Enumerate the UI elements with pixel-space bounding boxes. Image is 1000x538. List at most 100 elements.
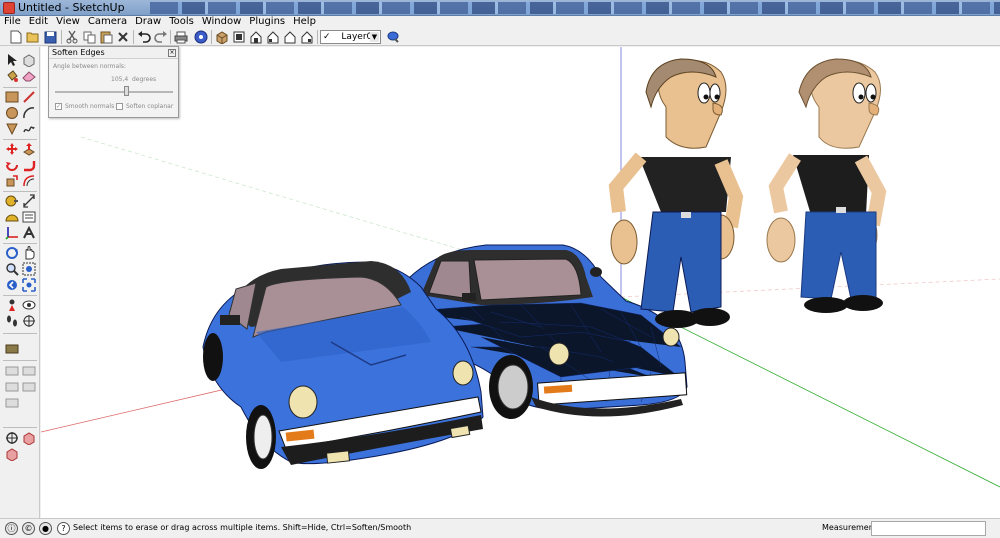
paste-icon[interactable] [98,29,114,45]
left-view-icon[interactable] [299,29,315,45]
soften-coplanar-checkbox[interactable] [116,103,123,110]
angle-slider-track[interactable] [55,91,173,93]
orbit-tool-icon[interactable] [4,245,20,261]
freehand-tool-icon[interactable] [21,121,37,137]
polygon-tool-icon[interactable] [4,121,20,137]
pan-tool-icon[interactable] [21,245,37,261]
3d-text-tool-icon[interactable] [21,225,37,241]
soften-coplanar-label: Soften coplanar [126,103,174,110]
sandbox-smoove-icon [4,363,20,379]
tape-measure-tool-icon[interactable] [4,193,20,209]
soften-edges-title: Soften Edges [49,47,178,59]
protractor-tool-icon[interactable] [4,209,20,225]
delete-icon[interactable] [115,29,131,45]
sandbox-from-contours-icon[interactable] [4,341,20,357]
print-icon[interactable] [173,29,189,45]
zoom-window-tool-icon[interactable] [21,261,37,277]
close-icon[interactable]: × [168,49,176,57]
top-view-icon[interactable] [231,29,247,45]
select-tool-icon[interactable] [4,52,20,68]
geo-location-icon[interactable]: ⓘ [5,522,18,535]
text-tool-icon[interactable] [21,209,37,225]
undo-icon[interactable] [136,29,152,45]
status-hint-text: Select items to erase or drag across mul… [73,523,412,532]
character-solid[interactable] [766,58,887,313]
axes-tool-icon[interactable] [4,225,20,241]
measurements-input[interactable] [871,521,986,536]
modeling-viewport[interactable] [41,47,1000,518]
soften-edges-dialog: Soften Edges × Angle between normals: 10… [48,46,179,118]
rotate-tool-icon[interactable] [4,157,20,173]
sandbox-flip-edge-icon [4,395,20,411]
user-icon[interactable]: ● [39,522,52,535]
push-pull-tool-icon[interactable] [21,141,37,157]
previous-view-icon[interactable] [4,277,20,293]
toggle-terrain-icon[interactable] [21,430,37,446]
get-current-view-icon[interactable] [4,430,20,446]
offset-tool-icon[interactable] [21,173,37,189]
iso-view-icon[interactable] [214,29,230,45]
scale-tool-icon[interactable] [4,173,20,189]
right-view-icon[interactable] [265,29,281,45]
walk-tool-icon[interactable] [4,313,20,329]
circle-tool-icon[interactable] [4,105,20,121]
line-tool-icon[interactable] [21,89,37,105]
angle-between-normals-label: Angle between normals: [53,63,127,70]
make-component-icon[interactable] [21,52,37,68]
window-title: Untitled - SketchUp [18,1,125,14]
redo-icon[interactable] [153,29,169,45]
menu-window[interactable]: Window [198,16,245,28]
credits-icon[interactable]: © [22,522,35,535]
scene-canvas[interactable] [41,47,1000,518]
look-around-icon[interactable] [21,297,37,313]
current-layer-check: ✓ [323,32,331,42]
title-bar-background [150,2,1000,14]
menu-file[interactable]: File [0,16,25,28]
zoom-extents-icon[interactable] [21,277,37,293]
paint-bucket-icon[interactable] [4,68,20,84]
sandbox-stamp-icon [21,363,37,379]
layer-dropdown[interactable]: ✓ Layer0 ▼ [320,30,381,44]
back-view-icon[interactable] [282,29,298,45]
menu-plugins[interactable]: Plugins [245,16,289,28]
menu-help[interactable]: Help [289,16,320,28]
zoom-tool-icon[interactable] [4,261,20,277]
angle-value: 105,4 [111,76,129,83]
menu-camera[interactable]: Camera [84,16,131,28]
sandbox-detail-icon [21,379,37,395]
menu-bar: File Edit View Camera Draw Tools Window Plugins… [0,16,1000,28]
chevron-down-icon: ▼ [370,32,379,42]
add-location-icon[interactable] [4,446,20,462]
menu-draw[interactable]: Draw [131,16,165,28]
current-layer-name: Layer0 [341,32,373,42]
new-icon[interactable] [8,29,24,45]
section-plane-icon[interactable] [21,313,37,329]
dimension-tool-icon[interactable] [21,193,37,209]
open-icon[interactable] [25,29,41,45]
angle-unit: degrees [132,76,157,83]
copy-icon[interactable] [81,29,97,45]
sketchup-app-icon [3,2,15,14]
tool-palette [0,47,40,518]
layer-manager-icon[interactable] [385,29,401,45]
eraser-icon[interactable] [21,68,37,84]
model-info-icon[interactable] [193,29,209,45]
menu-tools[interactable]: Tools [165,16,198,28]
angle-slider-thumb[interactable] [123,86,129,96]
sandbox-drape-icon [4,379,20,395]
title-bar: Untitled - SketchUp [0,0,1000,16]
position-camera-icon[interactable] [4,297,20,313]
follow-me-tool-icon[interactable] [21,157,37,173]
cut-icon[interactable] [64,29,80,45]
save-icon[interactable] [42,29,58,45]
character-wireframe[interactable] [608,58,744,328]
help-icon[interactable]: ? [57,522,70,535]
status-bar: ⓘ © ● ? Select items to erase or drag ac… [0,518,1000,538]
move-tool-icon[interactable] [4,141,20,157]
arc-tool-icon[interactable] [21,105,37,121]
front-view-icon[interactable] [248,29,264,45]
menu-view[interactable]: View [52,16,84,28]
rectangle-tool-icon[interactable] [4,89,20,105]
menu-edit[interactable]: Edit [25,16,52,28]
smooth-normals-checkbox[interactable]: ✓ [55,103,62,110]
